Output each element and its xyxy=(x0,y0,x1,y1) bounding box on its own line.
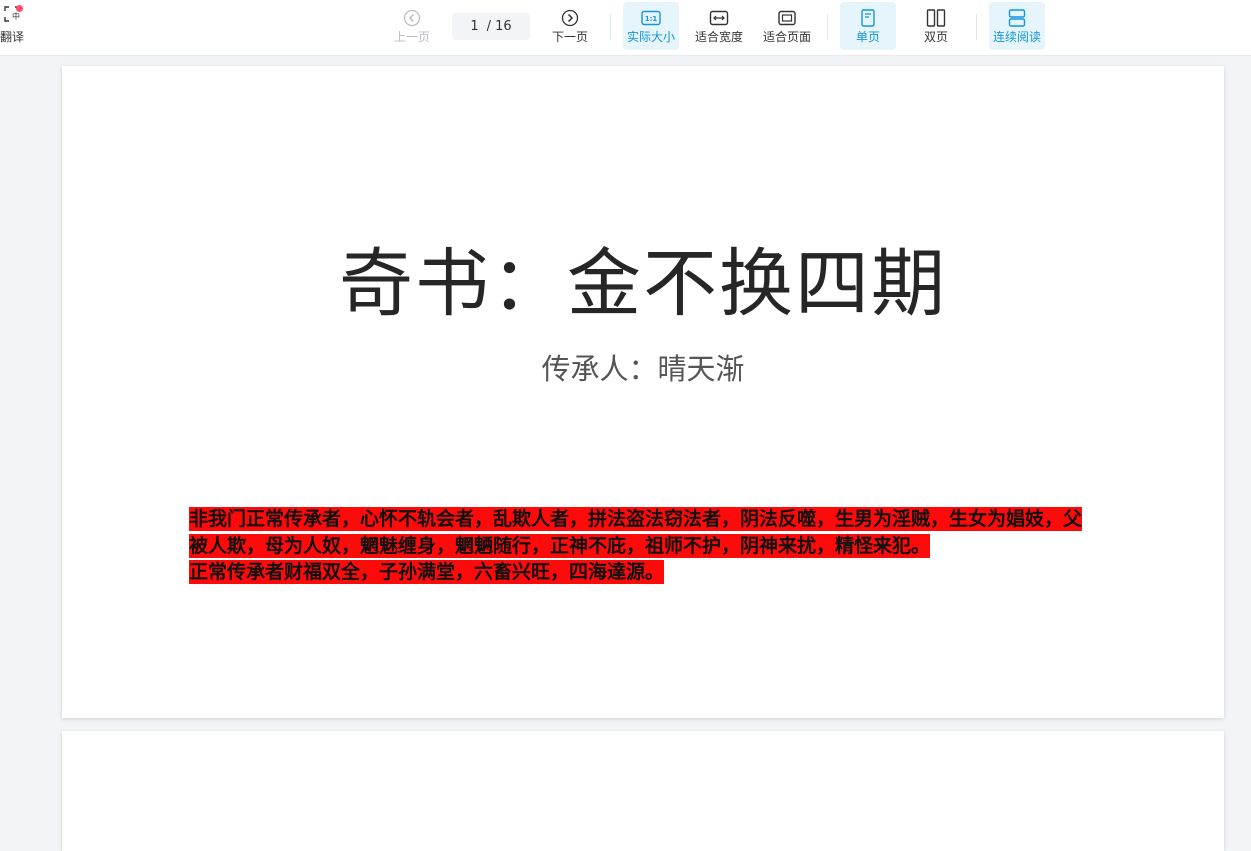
document-title: 奇书：金不换四期 xyxy=(339,241,947,327)
next-page-label: 下一页 xyxy=(551,30,588,44)
fit-width-icon xyxy=(709,8,729,28)
notification-dot xyxy=(16,5,23,12)
one-to-one-icon: 1:1 xyxy=(641,8,661,28)
highlighted-notice: 非我门正常传承者，心怀不轨会者，乱欺人者，拼法盗法窃法者，阴法反噬，生男为淫贼，… xyxy=(189,506,1083,586)
double-page-button[interactable]: 双页 xyxy=(908,2,964,50)
page-current[interactable]: 1 xyxy=(470,19,478,34)
document-page-2 xyxy=(62,731,1224,851)
continuous-reading-label: 连续阅读 xyxy=(992,30,1041,44)
reader-toolbar: 中 翻译 上一页 1 / 16 下一页 1:1 实际大小 适合宽度 适合页面 单… xyxy=(0,0,1251,56)
fit-page-icon xyxy=(777,8,797,28)
notice-paragraph-1: 非我门正常传承者，心怀不轨会者，乱欺人者，拼法盗法窃法者，阴法反噬，生男为淫贼，… xyxy=(189,507,1083,558)
document-subtitle: 传承人：晴天渐 xyxy=(541,352,745,386)
page-total: / 16 xyxy=(486,19,512,34)
single-page-icon xyxy=(860,8,876,28)
circle-arrow-right-icon xyxy=(561,8,579,28)
actual-size-label: 实际大小 xyxy=(626,30,675,44)
single-page-label: 单页 xyxy=(855,30,880,44)
next-page-button[interactable]: 下一页 xyxy=(548,2,592,50)
notice-paragraph-2: 正常传承者财福双全，子孙满堂，六畜兴旺，四海達源。 xyxy=(189,560,665,584)
actual-size-button[interactable]: 1:1 实际大小 xyxy=(623,2,679,50)
translate-button[interactable]: 中 翻译 xyxy=(0,6,30,46)
toolbar-divider xyxy=(610,14,611,40)
fit-width-label: 适合宽度 xyxy=(694,30,743,44)
prev-page-label: 上一页 xyxy=(393,30,430,44)
svg-text:1:1: 1:1 xyxy=(645,15,658,23)
translate-label: 翻译 xyxy=(0,30,24,44)
page-indicator[interactable]: 1 / 16 xyxy=(452,13,530,40)
svg-text:中: 中 xyxy=(12,11,20,21)
double-page-label: 双页 xyxy=(923,30,948,44)
prev-page-button[interactable]: 上一页 xyxy=(390,2,434,50)
toolbar-divider xyxy=(827,14,828,40)
fit-page-label: 适合页面 xyxy=(762,30,811,44)
fit-page-button[interactable]: 适合页面 xyxy=(759,2,815,50)
toolbar-divider xyxy=(976,14,977,40)
document-page-1: 奇书：金不换四期 传承人：晴天渐 非我门正常传承者，心怀不轨会者，乱欺人者，拼法… xyxy=(62,66,1224,718)
single-page-button[interactable]: 单页 xyxy=(840,2,896,50)
circle-arrow-left-icon xyxy=(403,8,421,28)
continuous-reading-button[interactable]: 连续阅读 xyxy=(989,2,1045,50)
continuous-scroll-icon xyxy=(1008,8,1026,28)
fit-width-button[interactable]: 适合宽度 xyxy=(691,2,747,50)
double-page-icon xyxy=(926,8,946,28)
